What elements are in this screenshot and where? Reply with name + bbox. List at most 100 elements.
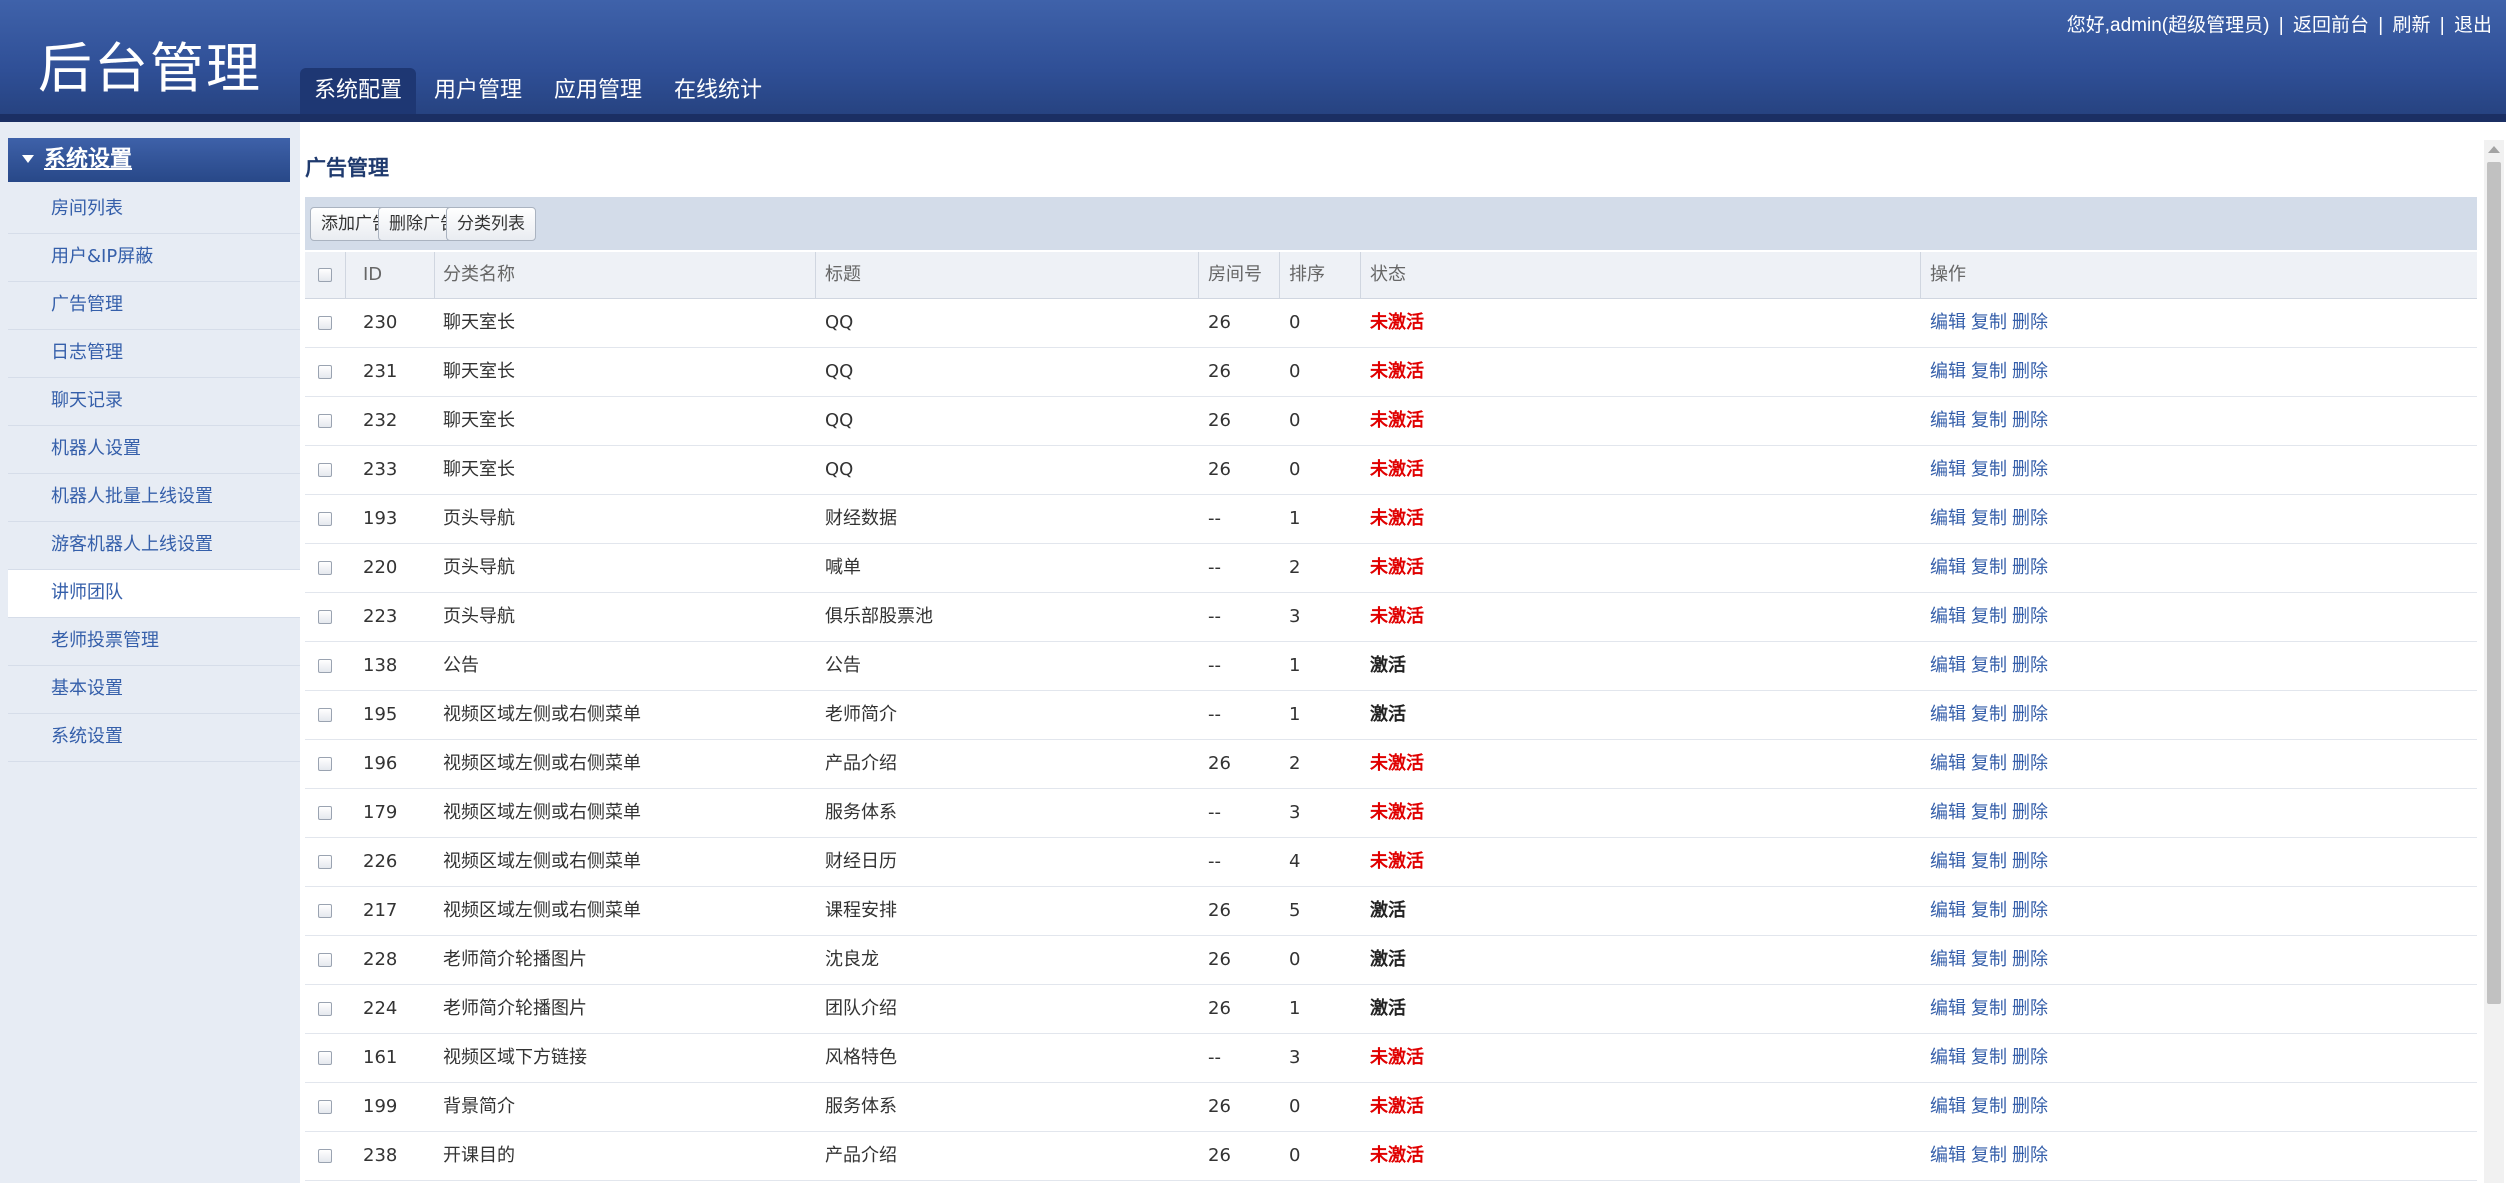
delete-link[interactable]: 删除: [2012, 606, 2048, 627]
copy-link[interactable]: 复制: [1971, 704, 2007, 725]
copy-link[interactable]: 复制: [1971, 361, 2007, 382]
copy-link[interactable]: 复制: [1971, 949, 2007, 970]
delete-link[interactable]: 删除: [2012, 949, 2048, 970]
edit-link[interactable]: 编辑: [1930, 851, 1966, 872]
scrollbar-thumb[interactable]: [2487, 162, 2501, 1004]
vertical-scrollbar[interactable]: [2484, 140, 2504, 1183]
row-checkbox[interactable]: [318, 1051, 332, 1065]
delete-link[interactable]: 删除: [2012, 1145, 2048, 1166]
sidebar-item[interactable]: 广告管理: [8, 282, 300, 330]
delete-link[interactable]: 删除: [2012, 802, 2048, 823]
copy-link[interactable]: 复制: [1971, 1047, 2007, 1068]
row-checkbox[interactable]: [318, 904, 332, 918]
table-row: 226 视频区域左侧或右侧菜单 财经日历 -- 4 未激活 编辑 复制 删除: [305, 838, 2477, 887]
row-checkbox[interactable]: [318, 610, 332, 624]
edit-link[interactable]: 编辑: [1930, 753, 1966, 774]
row-checkbox[interactable]: [318, 414, 332, 428]
edit-link[interactable]: 编辑: [1930, 655, 1966, 676]
edit-link[interactable]: 编辑: [1930, 1096, 1966, 1117]
row-checkbox[interactable]: [318, 512, 332, 526]
copy-link[interactable]: 复制: [1971, 606, 2007, 627]
scroll-up-arrow-icon[interactable]: [2488, 146, 2500, 153]
logout-link[interactable]: 退出: [2454, 15, 2492, 36]
copy-link[interactable]: 复制: [1971, 312, 2007, 333]
tab-system-config[interactable]: 系统配置: [300, 68, 417, 114]
sidebar-item[interactable]: 房间列表: [8, 186, 300, 234]
edit-link[interactable]: 编辑: [1930, 998, 1966, 1019]
edit-link[interactable]: 编辑: [1930, 900, 1966, 921]
copy-link[interactable]: 复制: [1971, 851, 2007, 872]
back-to-front-link[interactable]: 返回前台: [2293, 15, 2369, 36]
row-checkbox[interactable]: [318, 757, 332, 771]
edit-link[interactable]: 编辑: [1930, 704, 1966, 725]
row-checkbox[interactable]: [318, 1100, 332, 1114]
copy-link[interactable]: 复制: [1971, 1096, 2007, 1117]
delete-link[interactable]: 删除: [2012, 704, 2048, 725]
copy-link[interactable]: 复制: [1971, 410, 2007, 431]
delete-link[interactable]: 删除: [2012, 557, 2048, 578]
edit-link[interactable]: 编辑: [1930, 361, 1966, 382]
refresh-link[interactable]: 刷新: [2392, 15, 2430, 36]
edit-link[interactable]: 编辑: [1930, 802, 1966, 823]
copy-link[interactable]: 复制: [1971, 900, 2007, 921]
delete-link[interactable]: 删除: [2012, 312, 2048, 333]
row-checkbox[interactable]: [318, 316, 332, 330]
delete-link[interactable]: 删除: [2012, 851, 2048, 872]
cell-title: 喊单: [825, 557, 861, 578]
sidebar-item[interactable]: 讲师团队: [8, 570, 300, 618]
tab-user-management[interactable]: 用户管理: [420, 68, 536, 114]
row-checkbox[interactable]: [318, 365, 332, 379]
edit-link[interactable]: 编辑: [1930, 949, 1966, 970]
copy-link[interactable]: 复制: [1971, 557, 2007, 578]
row-checkbox[interactable]: [318, 561, 332, 575]
delete-link[interactable]: 删除: [2012, 361, 2048, 382]
tab-app-management[interactable]: 应用管理: [540, 68, 656, 114]
delete-link[interactable]: 删除: [2012, 1047, 2048, 1068]
delete-link[interactable]: 删除: [2012, 410, 2048, 431]
sidebar-item[interactable]: 机器人批量上线设置: [8, 474, 300, 522]
delete-link[interactable]: 删除: [2012, 1096, 2048, 1117]
edit-link[interactable]: 编辑: [1930, 459, 1966, 480]
row-checkbox[interactable]: [318, 806, 332, 820]
copy-link[interactable]: 复制: [1971, 655, 2007, 676]
sidebar-section-header[interactable]: 系统设置: [8, 138, 290, 182]
category-list-button[interactable]: 分类列表: [446, 207, 536, 241]
delete-link[interactable]: 删除: [2012, 900, 2048, 921]
row-checkbox[interactable]: [318, 1002, 332, 1016]
row-checkbox[interactable]: [318, 659, 332, 673]
sidebar-item[interactable]: 系统设置: [8, 714, 300, 762]
copy-link[interactable]: 复制: [1971, 753, 2007, 774]
row-checkbox[interactable]: [318, 708, 332, 722]
copy-link[interactable]: 复制: [1971, 508, 2007, 529]
cell-category: 视频区域左侧或右侧菜单: [443, 802, 641, 823]
delete-link[interactable]: 删除: [2012, 753, 2048, 774]
tab-online-stats[interactable]: 在线统计: [660, 68, 776, 114]
copy-link[interactable]: 复制: [1971, 998, 2007, 1019]
row-checkbox[interactable]: [318, 463, 332, 477]
copy-link[interactable]: 复制: [1971, 1145, 2007, 1166]
edit-link[interactable]: 编辑: [1930, 312, 1966, 333]
edit-link[interactable]: 编辑: [1930, 606, 1966, 627]
sidebar-item[interactable]: 聊天记录: [8, 378, 300, 426]
edit-link[interactable]: 编辑: [1930, 1047, 1966, 1068]
sidebar-item[interactable]: 机器人设置: [8, 426, 300, 474]
edit-link[interactable]: 编辑: [1930, 1145, 1966, 1166]
sidebar-item[interactable]: 基本设置: [8, 666, 300, 714]
edit-link[interactable]: 编辑: [1930, 508, 1966, 529]
copy-link[interactable]: 复制: [1971, 459, 2007, 480]
sidebar-item[interactable]: 日志管理: [8, 330, 300, 378]
delete-link[interactable]: 删除: [2012, 655, 2048, 676]
delete-link[interactable]: 删除: [2012, 508, 2048, 529]
row-checkbox[interactable]: [318, 1149, 332, 1163]
sidebar-item[interactable]: 老师投票管理: [8, 618, 300, 666]
edit-link[interactable]: 编辑: [1930, 557, 1966, 578]
row-checkbox[interactable]: [318, 855, 332, 869]
sidebar-item[interactable]: 游客机器人上线设置: [8, 522, 300, 570]
sidebar-item[interactable]: 用户&IP屏蔽: [8, 234, 300, 282]
row-checkbox[interactable]: [318, 953, 332, 967]
edit-link[interactable]: 编辑: [1930, 410, 1966, 431]
select-all-checkbox[interactable]: [318, 268, 332, 282]
copy-link[interactable]: 复制: [1971, 802, 2007, 823]
delete-link[interactable]: 删除: [2012, 998, 2048, 1019]
delete-link[interactable]: 删除: [2012, 459, 2048, 480]
